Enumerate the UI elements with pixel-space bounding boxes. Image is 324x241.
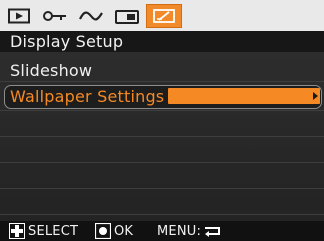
divider bbox=[0, 136, 324, 137]
footer-hints: SELECT OK MENU: bbox=[0, 221, 324, 241]
hint-ok: OK bbox=[95, 222, 133, 240]
menu-item-label: Wallpaper Settings bbox=[10, 87, 165, 106]
tab-camera[interactable] bbox=[110, 4, 144, 28]
ok-button-icon bbox=[95, 223, 111, 239]
tab-wave[interactable] bbox=[74, 4, 108, 28]
page-title: Display Setup bbox=[10, 32, 124, 51]
camera-icon bbox=[115, 9, 139, 24]
divider bbox=[0, 162, 324, 163]
return-icon bbox=[205, 227, 221, 237]
hint-select: SELECT bbox=[9, 222, 78, 240]
hint-ok-label: OK bbox=[114, 223, 134, 239]
hint-menu-label: MENU: bbox=[157, 223, 202, 239]
display-setup-icon bbox=[153, 8, 175, 23]
playback-icon bbox=[8, 8, 30, 23]
arrow-right-icon bbox=[313, 92, 318, 100]
wave-icon bbox=[79, 11, 103, 20]
camera-menu-screen: Display Setup Slideshow Wallpaper Settin… bbox=[0, 0, 324, 241]
menu-item-label: Slideshow bbox=[10, 61, 93, 80]
value-bar[interactable] bbox=[168, 88, 320, 104]
hint-select-label: SELECT bbox=[28, 223, 79, 239]
key-icon bbox=[43, 10, 66, 21]
menu-item-slideshow[interactable]: Slideshow bbox=[0, 59, 324, 82]
dpad-icon bbox=[9, 223, 25, 239]
menu-item-wallpaper-settings[interactable]: Wallpaper Settings bbox=[0, 84, 324, 109]
divider bbox=[0, 188, 324, 189]
tab-key[interactable] bbox=[38, 4, 72, 28]
hint-menu: MENU: bbox=[157, 222, 225, 240]
tab-playback[interactable] bbox=[2, 4, 36, 28]
menu-header: Display Setup bbox=[0, 31, 324, 52]
divider bbox=[0, 110, 324, 111]
divider bbox=[0, 81, 324, 82]
tab-display-setup[interactable] bbox=[146, 3, 182, 28]
menu-tab-bar bbox=[0, 0, 324, 31]
divider bbox=[0, 214, 324, 215]
